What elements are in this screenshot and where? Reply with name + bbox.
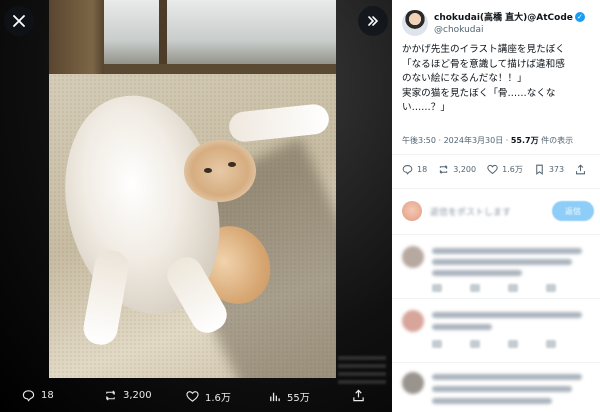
post-text-line: のない絵になるんだな！！」: [402, 73, 527, 84]
expand-panel-button[interactable]: [358, 6, 388, 36]
bookmark-icon: [536, 164, 543, 175]
bookmark-count: 373: [548, 165, 565, 174]
post-author: chokudai(高橋 直大)@AtCode ✓ @chokudai: [402, 10, 585, 36]
close-button[interactable]: [4, 6, 34, 36]
media-action-bar: 18 3,200 1.6万 55万: [0, 380, 392, 412]
repost-count: 3,200: [453, 165, 477, 174]
post-text: かかげ先生のイラスト講座を見たぼく 「なるほど骨を意識して描けば違和感 のない絵…: [402, 43, 594, 116]
post-text-line: い……？」: [402, 102, 450, 113]
like-button[interactable]: 1.6万: [487, 164, 523, 175]
repost-icon: [105, 390, 116, 401]
media-reply-button[interactable]: 18: [22, 389, 54, 402]
reply-icon: [22, 390, 35, 402]
post-text-line: 実家の猫を見たぼく「骨……なくな: [402, 87, 556, 99]
heart-icon: [487, 164, 498, 175]
post-stats-bar: 18 3,200 1.6万 373: [402, 164, 594, 175]
cat-head: [184, 140, 256, 202]
repost-button[interactable]: 3,200: [438, 164, 476, 175]
author-handle[interactable]: @chokudai: [434, 25, 585, 35]
media-like-count: 1.6万: [205, 393, 231, 404]
reply-author-avatar: [402, 246, 424, 268]
user-avatar: [402, 201, 422, 221]
double-chevron-right-icon: [368, 16, 379, 26]
reply-input[interactable]: 返信をポストします: [430, 205, 511, 218]
media-viewer: 18 3,200 1.6万 55万: [0, 0, 392, 412]
media-views-count: 55万: [287, 393, 310, 404]
post-text-line: かかげ先生のイラスト講座を見たぼく: [402, 44, 565, 55]
reply-count: 18: [417, 165, 428, 174]
media-reply-count: 18: [41, 390, 54, 401]
author-name-row[interactable]: chokudai(高橋 直大)@AtCode ✓: [434, 10, 585, 23]
post-panel: chokudai(高橋 直大)@AtCode ✓ @chokudai かかげ先生…: [392, 0, 600, 412]
views-chart-icon: [270, 392, 280, 402]
divider: [392, 154, 600, 155]
author-name[interactable]: chokudai(高橋 直大)@AtCode: [434, 10, 573, 23]
divider: [392, 298, 600, 299]
divider: [392, 362, 600, 363]
post-timestamp[interactable]: 午後3:50 · 2024年3月30日 ·: [402, 136, 511, 145]
post-meta: 午後3:50 · 2024年3月30日 · 55.7万 件の表示: [402, 135, 573, 146]
media-share-button[interactable]: [352, 389, 365, 402]
bookmark-button[interactable]: 373: [534, 164, 564, 175]
close-icon: [13, 15, 25, 27]
media-repost-button[interactable]: 3,200: [104, 389, 152, 402]
like-count: 1.6万: [502, 165, 523, 174]
media-repost-count: 3,200: [123, 390, 152, 401]
reply-button[interactable]: 18: [402, 164, 427, 175]
author-avatar[interactable]: [402, 10, 428, 36]
media-like-button[interactable]: 1.6万: [186, 389, 231, 404]
cat-photo[interactable]: [49, 0, 336, 378]
heart-icon: [186, 391, 199, 402]
share-icon: [576, 164, 586, 175]
divider: [392, 188, 600, 189]
share-button[interactable]: [575, 164, 586, 175]
post-text-line: 「なるほど骨を意識して描けば違和感: [402, 58, 565, 70]
reply-author-avatar: [402, 310, 424, 332]
post-view-label: 件の表示: [538, 136, 574, 145]
reply-composer: 返信をポストします 返信: [402, 200, 594, 222]
divider: [392, 234, 600, 235]
media-views-button[interactable]: 55万: [268, 389, 310, 404]
reply-author-avatar: [402, 372, 424, 394]
post-view-count: 55.7万: [510, 136, 539, 145]
repost-icon: [439, 165, 448, 174]
share-icon: [353, 389, 364, 402]
reply-submit-button[interactable]: 返信: [552, 201, 594, 221]
verified-badge-icon: ✓: [574, 11, 585, 22]
reply-icon: [402, 165, 413, 175]
